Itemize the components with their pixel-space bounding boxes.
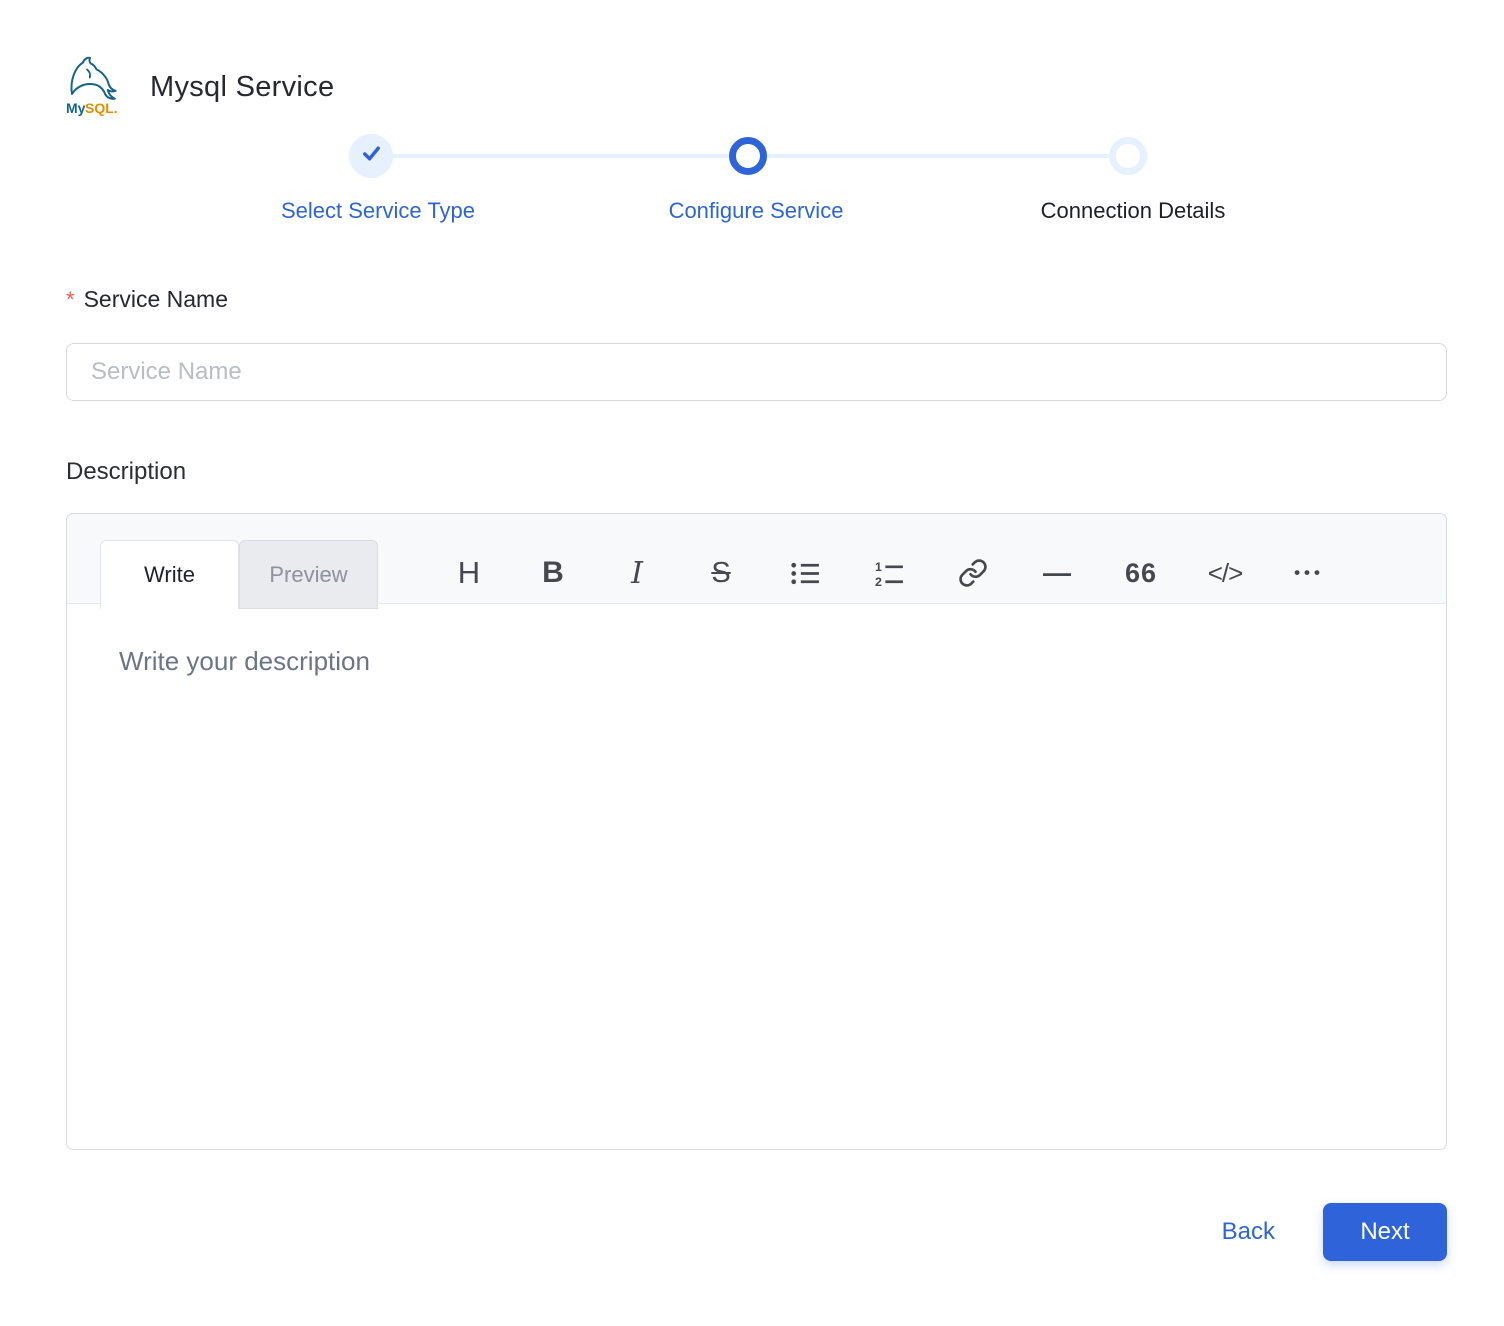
horizontal-rule-icon[interactable]: —: [1015, 543, 1099, 603]
svg-text:2: 2: [875, 574, 882, 588]
step-label-select-service-type: Select Service Type: [198, 198, 558, 224]
page-title: Mysql Service: [150, 71, 334, 104]
quote-icon[interactable]: 66: [1099, 543, 1183, 603]
back-button[interactable]: Back: [1222, 1218, 1275, 1246]
service-name-label: * Service Name: [66, 286, 228, 313]
configure-service-page: My SQL. Mysql Service Select Service Typ…: [0, 0, 1504, 1326]
tab-write[interactable]: Write: [100, 540, 239, 609]
step-select-service-type-indicator: [349, 134, 393, 178]
link-icon[interactable]: [931, 543, 1015, 603]
bullet-list-icon[interactable]: [763, 543, 847, 603]
step-configure-service-indicator: [729, 137, 767, 175]
next-button[interactable]: Next: [1323, 1203, 1447, 1261]
description-label: Description: [66, 458, 186, 486]
formatting-toolbar: H B I S 1 2: [427, 538, 1351, 608]
description-editor: Write Preview H B I S: [66, 513, 1447, 1150]
mysql-dolphin-icon: My SQL.: [62, 56, 126, 118]
service-name-input[interactable]: [66, 343, 1447, 401]
heading-icon[interactable]: H: [427, 543, 511, 603]
step-label-configure-service: Configure Service: [576, 198, 936, 224]
editor-tabs: Write Preview: [100, 540, 378, 609]
description-textarea[interactable]: [67, 604, 1446, 1150]
code-icon[interactable]: </>: [1183, 543, 1267, 603]
svg-text:My: My: [66, 100, 86, 116]
page-header: My SQL. Mysql Service: [62, 56, 334, 118]
stepper: Select Service Type Configure Service Co…: [66, 130, 1447, 242]
numbered-list-icon[interactable]: 1 2: [847, 543, 931, 603]
step-connection-details-indicator: [1109, 137, 1147, 175]
more-icon[interactable]: •••: [1267, 543, 1351, 603]
bold-icon[interactable]: B: [511, 543, 595, 603]
italic-icon[interactable]: I: [595, 543, 679, 603]
svg-text:SQL.: SQL.: [85, 100, 118, 116]
strikethrough-icon[interactable]: S: [679, 543, 763, 603]
check-icon: [360, 142, 383, 170]
editor-toolbar: Write Preview H B I S: [67, 514, 1446, 604]
required-asterisk: *: [66, 287, 75, 312]
step-label-connection-details: Connection Details: [953, 198, 1313, 224]
service-name-label-text: Service Name: [84, 286, 228, 312]
wizard-footer: Back Next: [66, 1203, 1447, 1261]
mysql-logo: My SQL.: [62, 56, 126, 118]
svg-text:1: 1: [875, 559, 882, 573]
tab-preview[interactable]: Preview: [239, 540, 378, 609]
